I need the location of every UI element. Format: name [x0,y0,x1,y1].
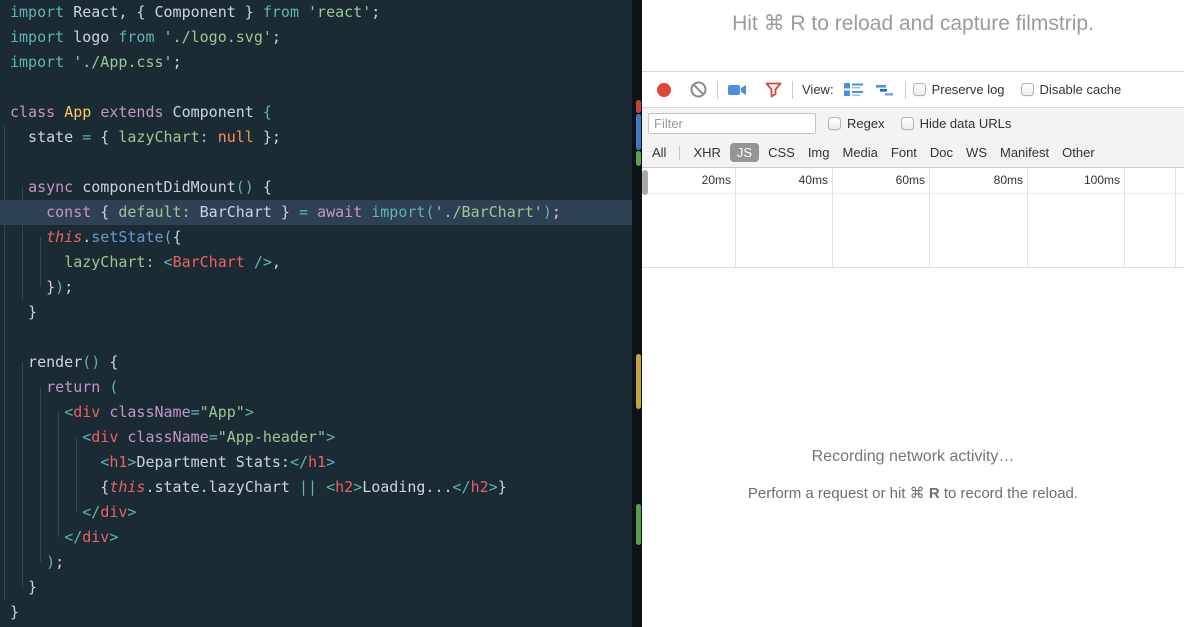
code-line[interactable]: <h1>Department Stats:</h1> [0,450,632,475]
disable-cache-label[interactable]: Disable cache [1040,82,1122,97]
hide-data-urls-checkbox[interactable] [901,117,914,130]
view-label: View: [802,82,834,97]
code-line[interactable] [0,325,632,350]
small-rows-toggle[interactable] [842,78,866,102]
code-line[interactable]: <div className="App-header"> [0,425,632,450]
app-window: import React, { Component } from 'react'… [0,0,1184,627]
scrollbar-mark-blue [636,114,641,150]
code-line[interactable]: return ( [0,375,632,400]
code-line[interactable]: import React, { Component } from 'react'… [0,0,632,25]
clear-button[interactable] [686,78,710,102]
resource-tab-all[interactable]: All [652,145,666,160]
record-button[interactable] [652,78,676,102]
timeline-column: 60ms [833,168,930,267]
code-line[interactable] [0,75,632,100]
code-line[interactable]: ); [0,550,632,575]
filmstrip-hint-bar: Hit ⌘ R to reload and capture filmstrip. [642,0,1184,72]
code-line[interactable]: class App extends Component { [0,100,632,125]
list-view-icon [844,82,864,97]
recording-status-text: Recording network activity… [642,448,1184,466]
code-line[interactable]: } [0,300,632,325]
code-line[interactable]: </div> [0,500,632,525]
scrollbar-mark-red [636,100,641,113]
resource-tab-js[interactable]: JS [730,143,759,162]
code-line[interactable]: render() { [0,350,632,375]
code-line[interactable]: }); [0,275,632,300]
resource-tab-ws[interactable]: WS [966,145,987,160]
scrollbar-mark-green-2 [636,504,641,545]
filter-funnel-icon [765,82,782,98]
timeline-column: 20ms [642,168,736,267]
resource-tab-media[interactable]: Media [842,145,877,160]
code-line[interactable]: async componentDidMount() { [0,175,632,200]
scrollbar-mark-yellow [636,354,641,409]
network-filter-bar: Regex Hide data URLs [642,108,1184,138]
timeline-column: 40ms [736,168,833,267]
preserve-log-checkbox[interactable] [913,83,926,96]
clear-icon [690,81,707,98]
timeline-column [1125,168,1176,267]
timeline-tick-label: 20ms [702,173,731,187]
code-line[interactable]: import logo from './logo.svg'; [0,25,632,50]
preserve-log-label[interactable]: Preserve log [932,82,1005,97]
toolbar-divider [792,81,793,99]
timeline-column: 100ms [1028,168,1125,267]
toolbar-divider [905,81,906,99]
waterfall-toggle[interactable] [874,78,898,102]
code-line[interactable]: const { default: BarChart } = await impo… [0,200,632,225]
code-line[interactable]: <div className="App"> [0,400,632,425]
code-line[interactable]: import './App.css'; [0,50,632,75]
disable-cache-checkbox[interactable] [1021,83,1034,96]
editor-scrollbar[interactable] [632,0,642,627]
code-line[interactable] [0,150,632,175]
toolbar-divider [717,81,718,99]
tab-divider [679,146,680,160]
timeline-tick-label: 40ms [799,173,828,187]
code-line[interactable]: lazyChart: <BarChart />, [0,250,632,275]
code-line[interactable]: state = { lazyChart: null }; [0,125,632,150]
devtools-network-panel: Hit ⌘ R to reload and capture filmstrip. [642,0,1184,627]
timeline-column: 80ms [930,168,1028,267]
record-icon [657,83,671,97]
regex-checkbox[interactable] [828,117,841,130]
resource-tab-css[interactable]: CSS [768,145,795,160]
code-lines: import React, { Component } from 'react'… [0,0,632,625]
timeline-tick-label: 100ms [1084,173,1120,187]
timeline-tick-label: 80ms [994,173,1023,187]
code-line[interactable]: </div> [0,525,632,550]
resource-type-tabs: All XHR JS CSS Img Media Font Doc WS Manifest Othe… [642,138,1184,168]
network-toolbar: View: Pres [642,72,1184,108]
camera-icon [728,84,747,96]
filter-input[interactable] [648,113,816,134]
code-line[interactable]: } [0,575,632,600]
hide-data-urls-label[interactable]: Hide data URLs [920,116,1012,131]
recording-hint-text: Perform a request or hit ⌘ R to record t… [642,484,1184,502]
resource-tab-other[interactable]: Other [1062,145,1095,160]
code-line[interactable]: {this.state.lazyChart || <h2>Loading...<… [0,475,632,500]
code-line[interactable]: this.setState({ [0,225,632,250]
resource-tab-doc[interactable]: Doc [930,145,953,160]
resource-tab-img[interactable]: Img [808,145,830,160]
filmstrip-hint-text: Hit ⌘ R to reload and capture filmstrip. [732,12,1094,35]
regex-label[interactable]: Regex [847,116,885,131]
filter-button[interactable] [761,78,785,102]
capture-screenshots-button[interactable] [725,78,749,102]
resource-tab-xhr[interactable]: XHR [693,145,720,160]
timeline-tick-label: 60ms [896,173,925,187]
resource-tab-font[interactable]: Font [891,145,917,160]
timeline-header: 20ms 40ms 60ms 80ms 100ms [642,168,1184,268]
code-line[interactable]: } [0,600,632,625]
code-editor[interactable]: import React, { Component } from 'react'… [0,0,632,627]
waterfall-icon [876,83,896,97]
scrollbar-mark-green [636,151,641,166]
scrollbar-thumb[interactable] [642,170,648,195]
resource-tab-manifest[interactable]: Manifest [1000,145,1049,160]
